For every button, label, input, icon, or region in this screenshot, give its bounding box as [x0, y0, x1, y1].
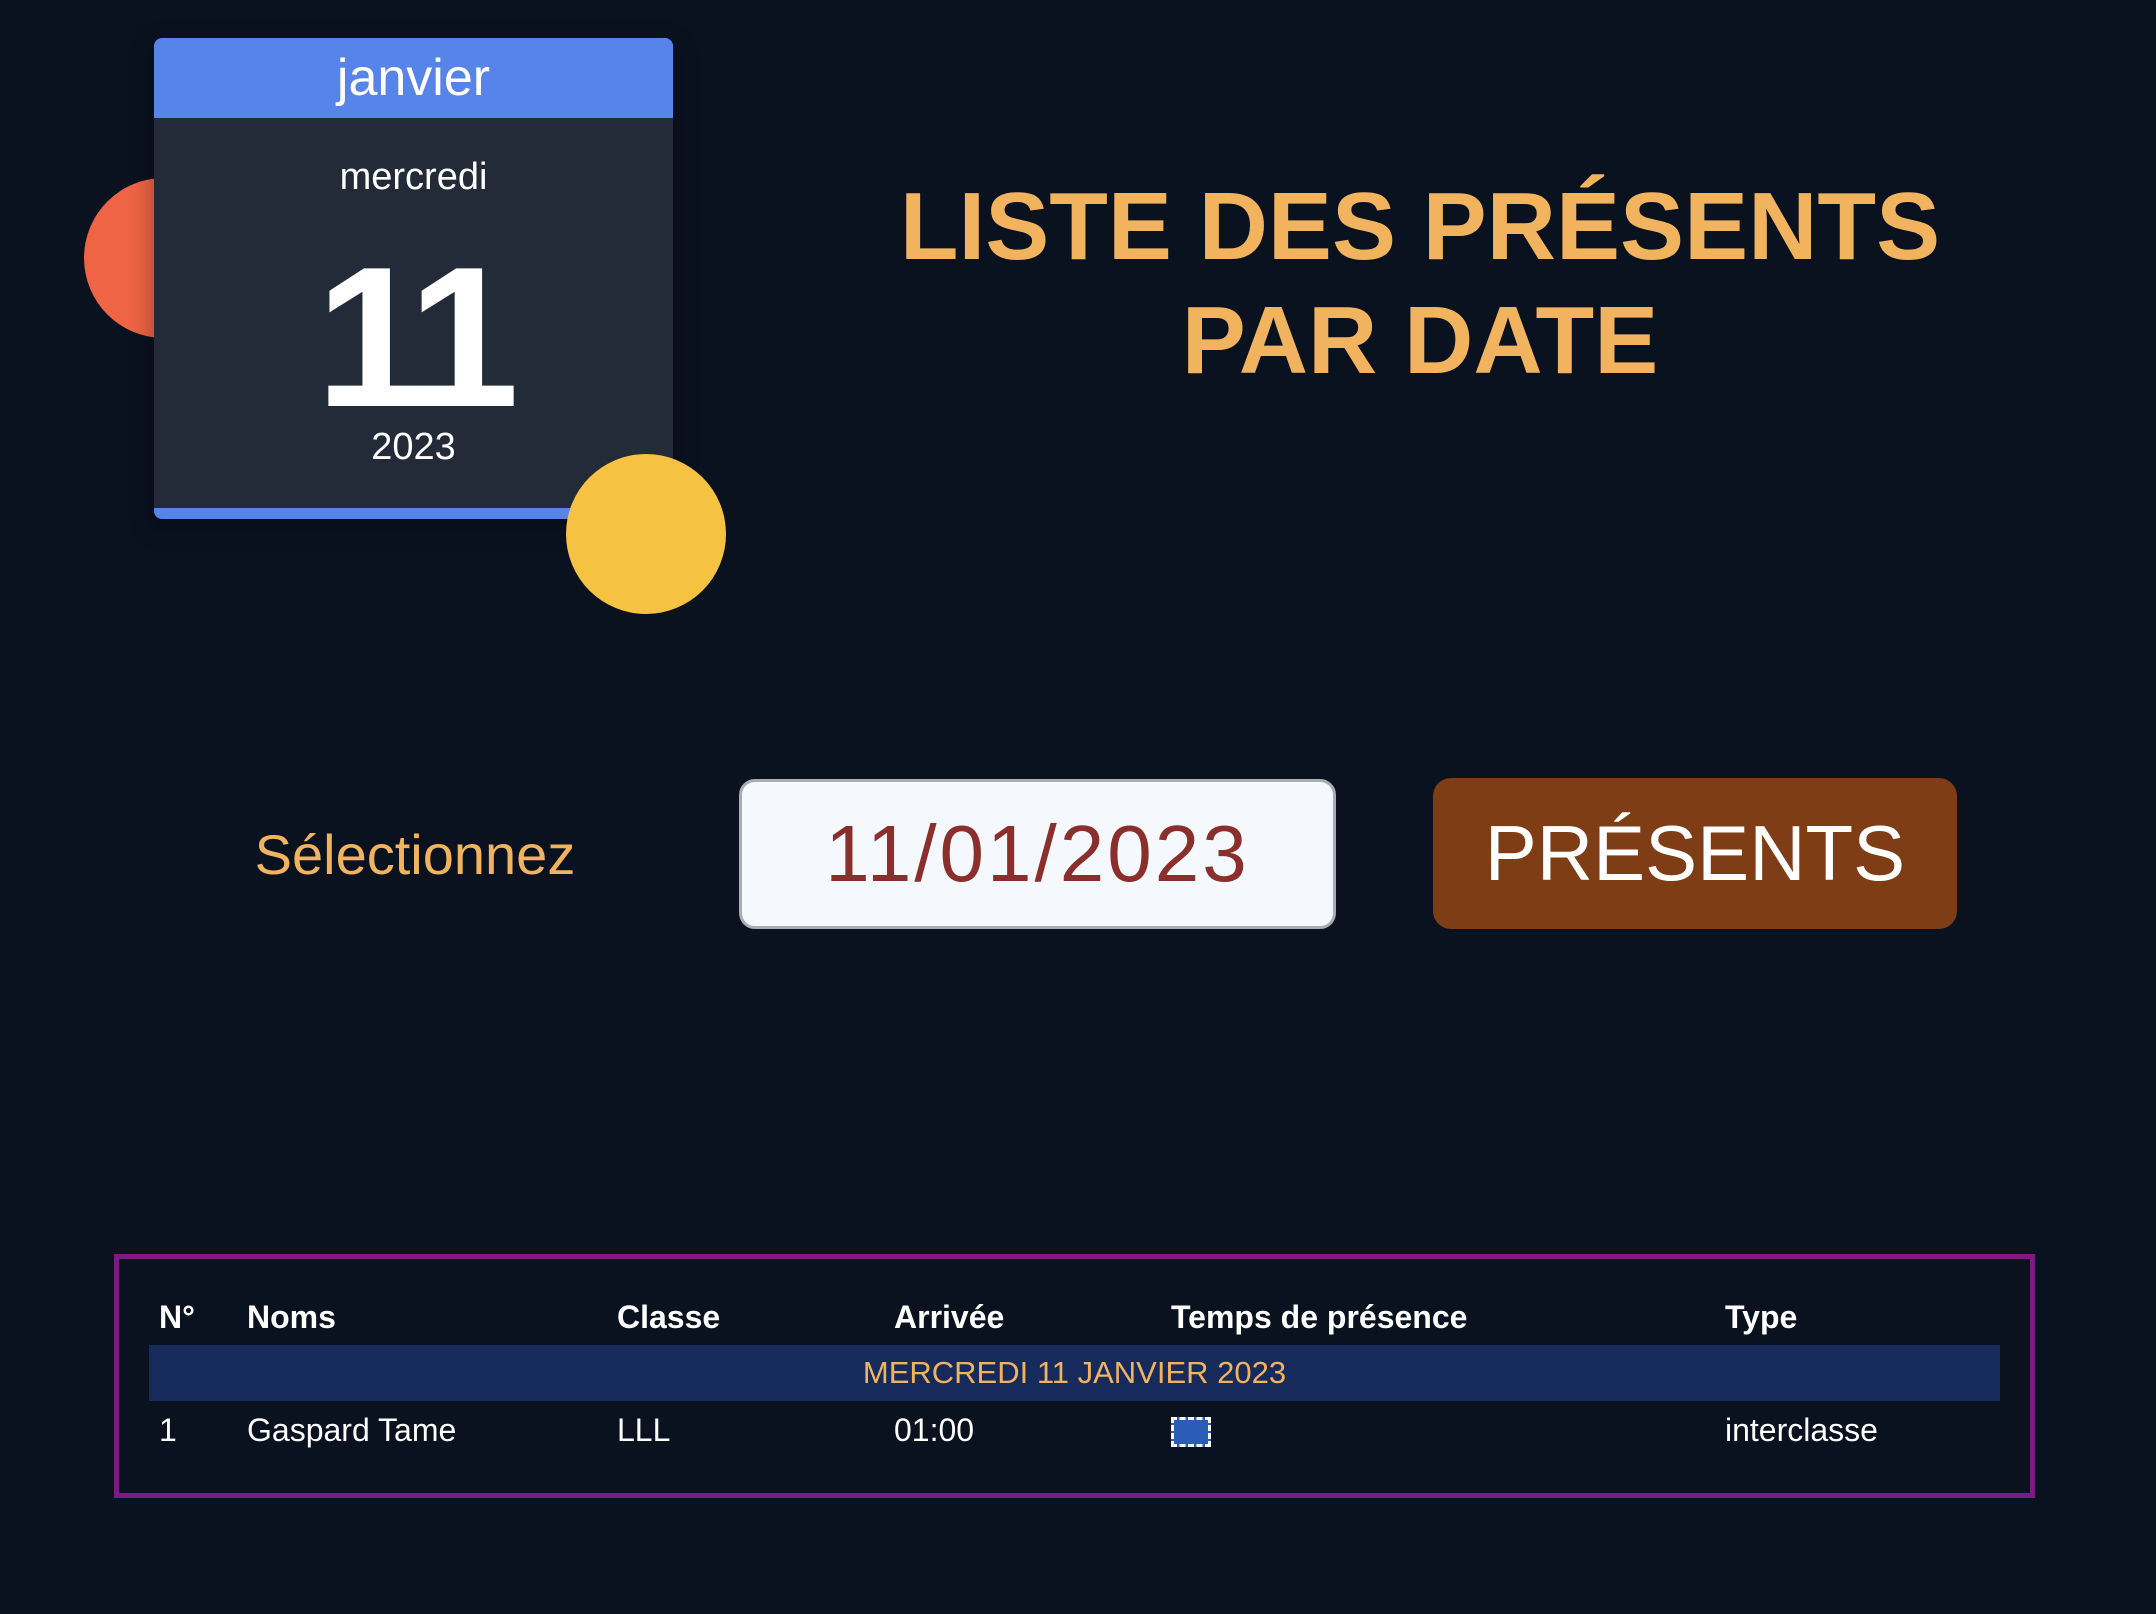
presents-button[interactable]: PRÉSENTS — [1433, 778, 1957, 929]
attendance-table-container: N° Noms Classe Arrivée Temps de présence… — [114, 1254, 2035, 1498]
table-group-row: MERCREDI 11 JANVIER 2023 — [149, 1345, 2000, 1401]
table-header-row: N° Noms Classe Arrivée Temps de présence… — [149, 1289, 2000, 1345]
header-arrival: Arrivée — [894, 1298, 1005, 1335]
cell-name: Gaspard Tame — [247, 1411, 457, 1448]
calendar-month: janvier — [154, 38, 673, 118]
header-presence-time: Temps de présence — [1171, 1298, 1468, 1335]
cell-presence-time — [1161, 1401, 1715, 1459]
header-type: Type — [1725, 1298, 1798, 1335]
calendar-day: 11 — [315, 226, 519, 449]
header-num: N° — [159, 1298, 195, 1335]
attendance-table: N° Noms Classe Arrivée Temps de présence… — [149, 1289, 2000, 1459]
calendar-weekday: mercredi — [339, 156, 488, 198]
table-row: 1 Gaspard Tame LLL 01:00 interclasse — [149, 1401, 2000, 1459]
page: janvier mercredi 11 2023 LISTE DES PRÉSE… — [0, 0, 2156, 1614]
header-name: Noms — [247, 1298, 336, 1335]
calendar-card: janvier mercredi 11 2023 — [154, 38, 673, 519]
decorative-yellow-circle — [566, 454, 726, 614]
cell-type: interclasse — [1725, 1411, 1878, 1448]
select-date-label: Sélectionnez — [254, 823, 576, 886]
presence-marker-icon — [1171, 1417, 1211, 1448]
cell-num: 1 — [159, 1411, 177, 1448]
date-input[interactable] — [739, 779, 1336, 929]
header-class: Classe — [617, 1298, 721, 1335]
cell-class: LLL — [617, 1411, 671, 1448]
group-date-label: MERCREDI 11 JANVIER 2023 — [149, 1345, 2000, 1401]
page-title: LISTE DES PRÉSENTS PAR DATE — [899, 173, 1941, 394]
calendar-year: 2023 — [371, 426, 456, 468]
cell-arrival: 01:00 — [894, 1411, 975, 1448]
